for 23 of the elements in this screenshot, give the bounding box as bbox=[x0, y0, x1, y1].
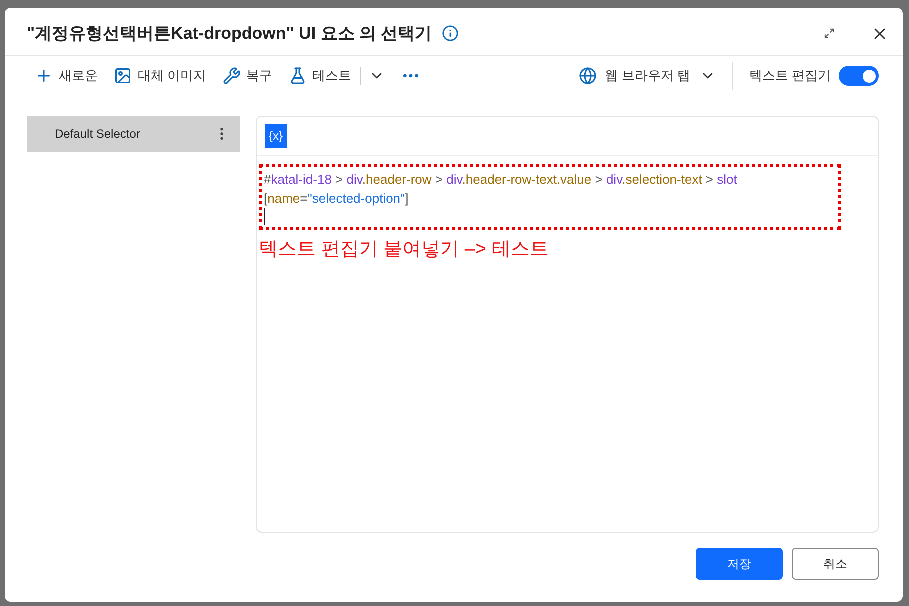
code-line: [name="selected-option"] bbox=[264, 190, 410, 208]
expand-icon[interactable] bbox=[824, 28, 835, 40]
wrench-icon bbox=[222, 67, 241, 86]
variable-button[interactable]: {x} bbox=[265, 124, 288, 148]
code-editor[interactable]: #katal-id-18 > div.header-row > div.header-row-text.value > div.selection-text > slot [name="selected-option"] bbox=[259, 164, 841, 230]
annotation-text: 텍스트 편집기 붙여넣기 –> 테스트 bbox=[259, 238, 550, 262]
text-cursor bbox=[264, 208, 265, 226]
text-editor-toggle[interactable] bbox=[839, 66, 879, 86]
toolbar-button[interactable]: 대체 이미지 bbox=[114, 66, 207, 86]
flask-icon bbox=[288, 67, 307, 86]
code-line: #katal-id-18 > div.header-row > div.header-row-text.value > div.selection-text > slot bbox=[264, 171, 738, 190]
cancel-button[interactable]: 취소 bbox=[792, 548, 879, 580]
save-button[interactable]: 저장 bbox=[696, 548, 783, 580]
globe-icon bbox=[579, 67, 598, 86]
browser-tab-dropdown[interactable]: 웹 브라우저 탭 bbox=[579, 66, 716, 86]
toolbar-button[interactable]: 테스트 bbox=[288, 66, 352, 86]
toolbar-button[interactable]: 새로운 bbox=[35, 66, 98, 86]
dialog-title: "계정유형선택버튼Kat-dropdown" UI 요소 의 선택기 bbox=[27, 22, 432, 45]
text-editor-label: 텍스트 편집기 bbox=[749, 67, 831, 86]
selector-item[interactable]: Default Selector bbox=[27, 116, 240, 152]
toolbar-button[interactable]: 복구 bbox=[222, 66, 273, 86]
image-icon bbox=[114, 67, 132, 86]
info-icon[interactable] bbox=[442, 25, 460, 42]
